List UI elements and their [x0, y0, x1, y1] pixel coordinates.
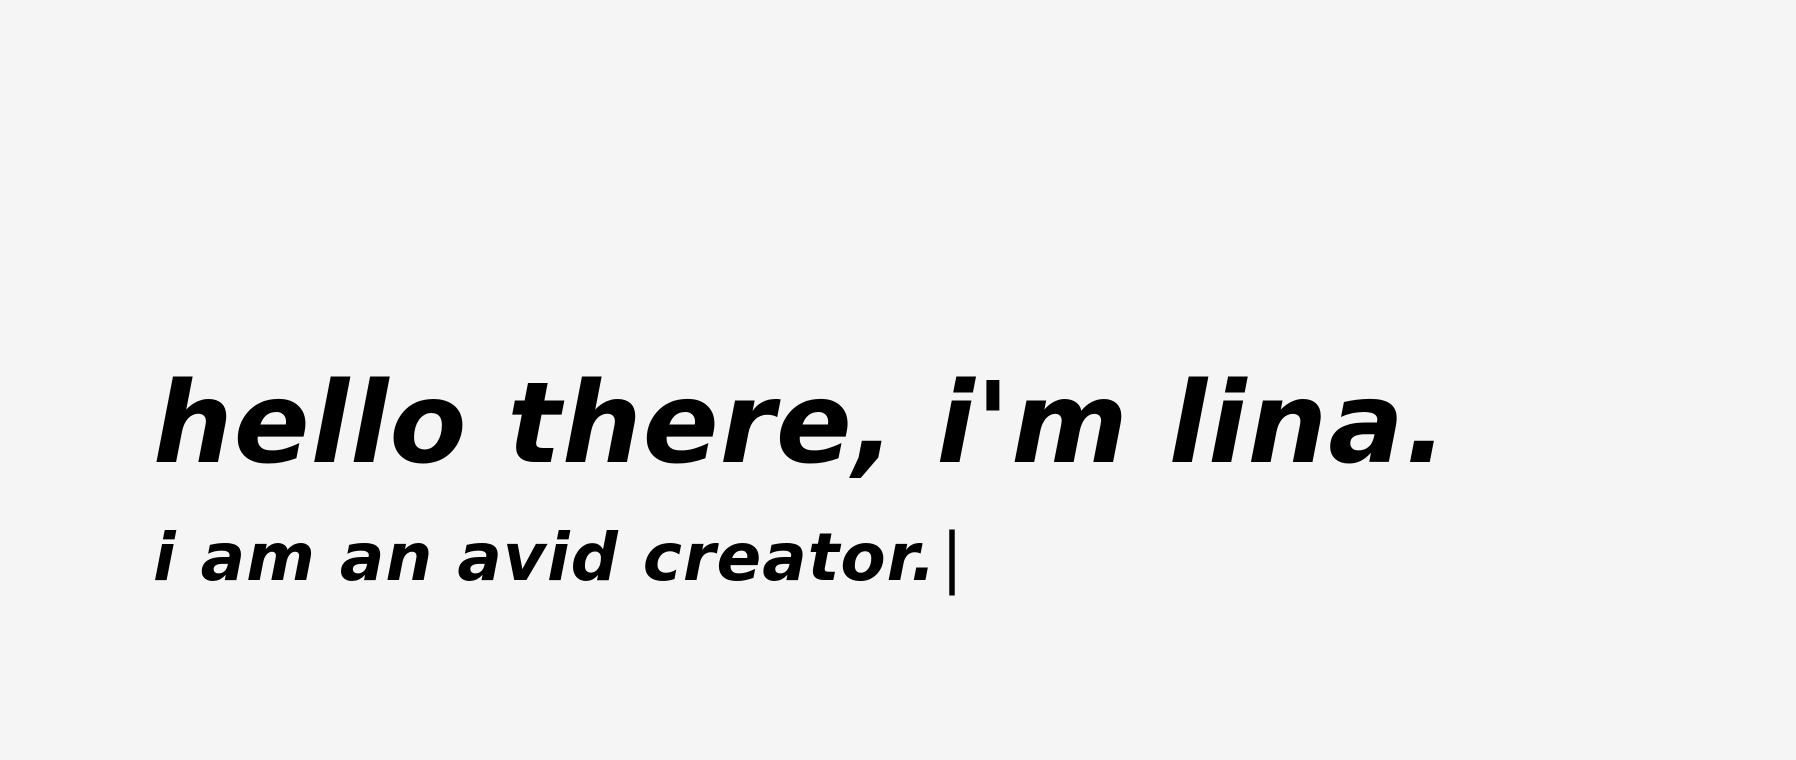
hero-headline: hello there, i'm lina.: [153, 359, 1449, 489]
typing-cursor: |: [940, 519, 965, 596]
hero-section: hello there, i'm lina. i am an avid crea…: [153, 360, 1753, 600]
hero-subline-row: i am an avid creator. |: [153, 516, 1753, 600]
hero-subline: i am an avid creator.: [153, 519, 937, 596]
